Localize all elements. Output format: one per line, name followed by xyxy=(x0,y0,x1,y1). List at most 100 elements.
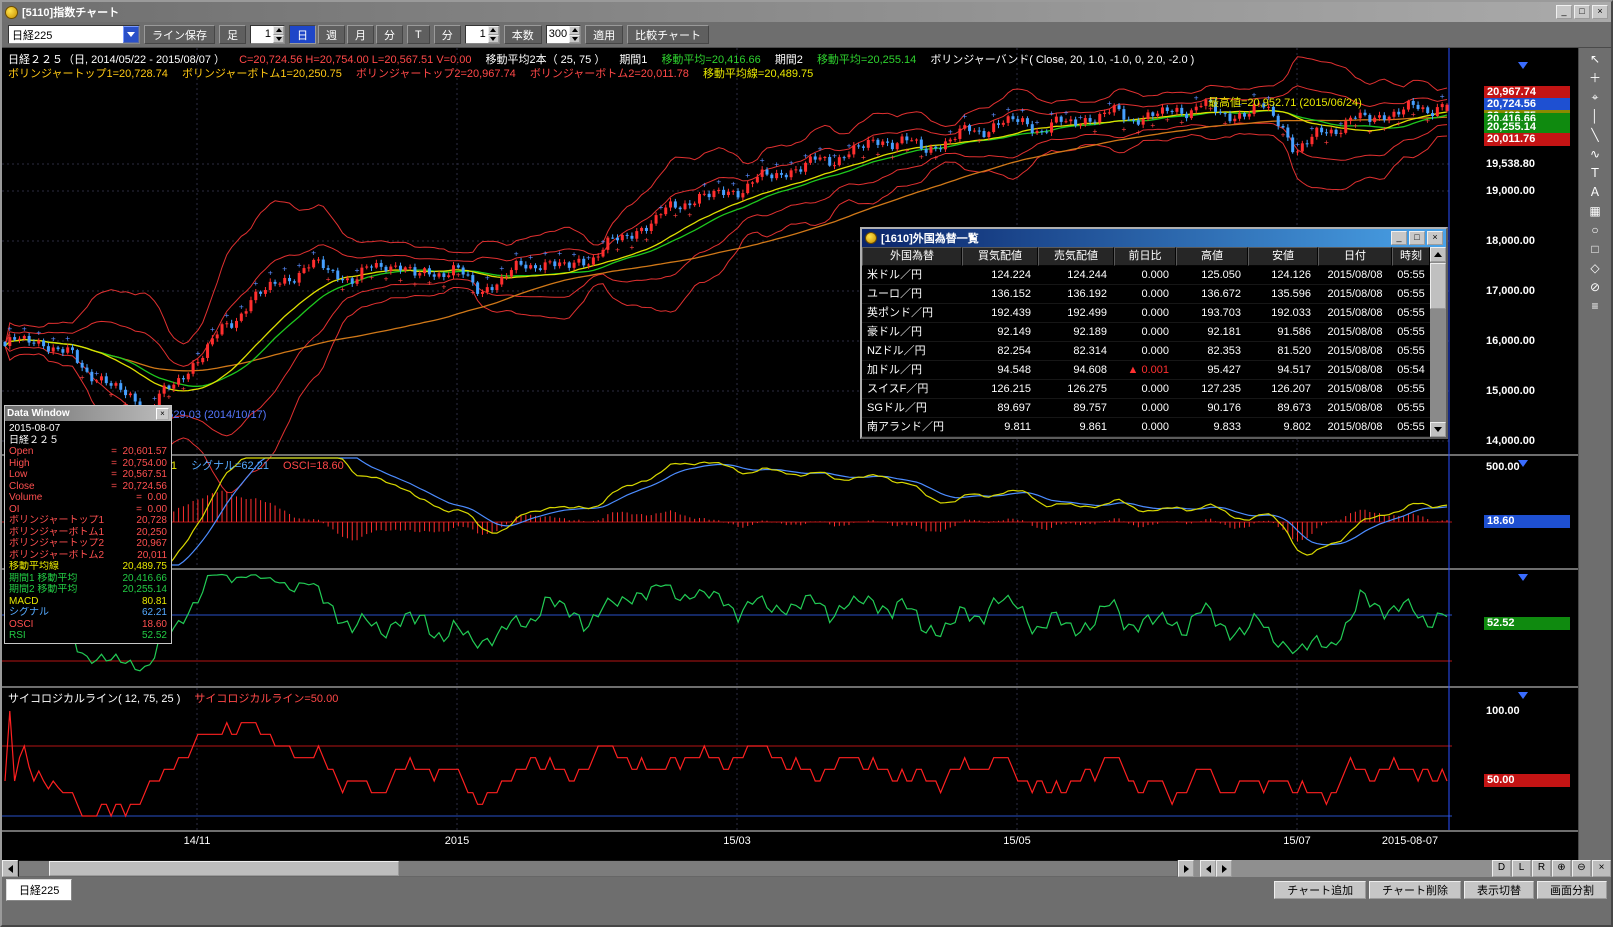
forex-row[interactable]: 豪ドル／円92.14992.1890.00092.18191.5862015/0… xyxy=(862,323,1430,342)
wave-icon[interactable]: ∿ xyxy=(1583,146,1607,163)
status-button[interactable]: チャート削除 xyxy=(1369,881,1461,899)
spin-up-icon[interactable] xyxy=(488,26,499,35)
panel-scroll-down-icon[interactable] xyxy=(1518,62,1528,69)
forex-column-header[interactable]: 前日比 xyxy=(1114,247,1176,266)
scroll-left-icon[interactable] xyxy=(2,860,18,877)
forex-window[interactable]: [1610]外国為替一覧 _ □ × 外国為替買気配値売気配値前日比高値安値日付… xyxy=(860,227,1448,439)
close-button[interactable]: × xyxy=(1592,5,1608,19)
trendline-icon[interactable]: ╲ xyxy=(1583,127,1607,144)
dropdown-arrow-icon[interactable] xyxy=(123,26,139,43)
circle-icon[interactable]: ○ xyxy=(1583,222,1607,239)
status-button[interactable]: チャート追加 xyxy=(1274,881,1366,899)
chart-canvas[interactable]: ++++++++++++++++++++++++++++++++++++++++… xyxy=(2,48,1578,860)
menu-icon[interactable]: ≡ xyxy=(1583,298,1607,315)
target-icon[interactable]: ⌖ xyxy=(1583,89,1607,106)
annotation-icon[interactable]: Ａ xyxy=(1583,184,1607,201)
window-title: [5110]指数チャート xyxy=(22,4,119,20)
scrollbar-thumb[interactable] xyxy=(49,861,399,876)
forex-column-header[interactable]: 買気配値 xyxy=(962,247,1038,266)
spin-up-icon[interactable] xyxy=(273,26,284,35)
diamond-icon[interactable]: ◇ xyxy=(1583,260,1607,277)
forex-column-header[interactable]: 高値 xyxy=(1176,247,1248,266)
spin-up-icon[interactable] xyxy=(569,26,580,35)
forex-cell: 2015/08/08 xyxy=(1318,361,1392,379)
spin-down-icon[interactable] xyxy=(488,35,499,44)
data-window-close-button[interactable]: × xyxy=(156,408,169,420)
save-lines-button[interactable]: ライン保存 xyxy=(144,25,215,44)
period-button-週[interactable]: 週 xyxy=(318,25,345,44)
rect-icon[interactable]: □ xyxy=(1583,241,1607,258)
minute-button[interactable]: 分 xyxy=(434,25,461,44)
symbol-tab[interactable]: 日経225 xyxy=(6,879,72,901)
forex-scroll-down-icon[interactable] xyxy=(1430,422,1446,437)
crosshair-icon[interactable]: ＋ xyxy=(1583,70,1607,87)
forex-cell: 2015/08/08 xyxy=(1318,266,1392,284)
forex-row[interactable]: 米ドル／円124.224124.2440.000125.050124.12620… xyxy=(862,266,1430,285)
scroll-mode-button-L[interactable]: L xyxy=(1512,860,1531,877)
panel-scroll-down-icon[interactable] xyxy=(1518,574,1528,581)
data-window-titlebar[interactable]: Data Window × xyxy=(5,406,171,421)
scroll-mode-button-D[interactable]: D xyxy=(1492,860,1511,877)
forex-scroll-up-icon[interactable] xyxy=(1430,247,1446,262)
forex-scrollbar-thumb[interactable] xyxy=(1430,263,1446,309)
symbol-select[interactable]: 日経225 xyxy=(8,25,140,44)
chart-region[interactable]: ++++++++++++++++++++++++++++++++++++++++… xyxy=(2,48,1578,860)
data-window[interactable]: Data Window × 2015-08-07日経２２５Open= 20,60… xyxy=(4,405,172,644)
forex-maximize-button[interactable]: □ xyxy=(1409,231,1425,245)
svg-text:+: + xyxy=(948,128,953,137)
forex-column-header[interactable]: 外国為替 xyxy=(862,247,962,266)
status-button[interactable]: 表示切替 xyxy=(1464,881,1534,899)
forex-row[interactable]: NZドル／円82.25482.3140.00082.35381.5202015/… xyxy=(862,342,1430,361)
tick-button[interactable]: T xyxy=(407,25,430,44)
status-button[interactable]: 画面分割 xyxy=(1537,881,1607,899)
forex-column-header[interactable]: 時刻 xyxy=(1392,247,1430,266)
titlebar[interactable]: [5110]指数チャート _ □ × xyxy=(2,2,1611,22)
minimize-button[interactable]: _ xyxy=(1556,5,1572,19)
compare-chart-button[interactable]: 比較チャート xyxy=(627,25,709,44)
forex-column-header[interactable]: 売気配値 xyxy=(1038,247,1114,266)
spin-down-icon[interactable] xyxy=(273,35,284,44)
period-button-分[interactable]: 分 xyxy=(376,25,403,44)
spin-down-icon[interactable] xyxy=(569,35,580,44)
grid-icon[interactable]: ▦ xyxy=(1583,203,1607,220)
forex-minimize-button[interactable]: _ xyxy=(1391,231,1407,245)
forex-cell: 92.189 xyxy=(1038,323,1114,341)
zoom-in-button[interactable]: ⊕ xyxy=(1552,860,1571,877)
maximize-button[interactable]: □ xyxy=(1574,5,1590,19)
horizontal-scrollbar[interactable]: DLR ⊕ ⊖ × xyxy=(2,860,1611,877)
data-window-row: 2015-08-07 xyxy=(9,423,167,435)
zoom-out-button[interactable]: ⊖ xyxy=(1572,860,1591,877)
forex-row[interactable]: 南アランド／円9.8119.8610.0009.8339.8022015/08/… xyxy=(862,418,1430,437)
page-right-icon[interactable] xyxy=(1216,860,1232,877)
cursor-icon[interactable]: ↖ xyxy=(1583,51,1607,68)
forex-row[interactable]: 加ドル／円94.54894.608▲ 0.00195.42794.5172015… xyxy=(862,361,1430,380)
minute-stepper[interactable]: 1 xyxy=(465,25,500,44)
scroll-right-icon[interactable] xyxy=(1178,860,1194,877)
panel-scroll-down-icon[interactable] xyxy=(1518,692,1528,699)
period-button-日[interactable]: 日 xyxy=(289,25,316,44)
forex-close-button[interactable]: × xyxy=(1427,231,1443,245)
vertical-line-icon[interactable]: │ xyxy=(1583,108,1607,125)
data-window-row: RSI52.52 xyxy=(9,630,167,642)
forex-row[interactable]: 英ポンド／円192.439192.4990.000193.703192.0332… xyxy=(862,304,1430,323)
scroll-mode-button-R[interactable]: R xyxy=(1532,860,1551,877)
no-draw-icon[interactable]: ⊘ xyxy=(1583,279,1607,296)
forex-row[interactable]: ユーロ／円136.152136.1920.000136.672135.59620… xyxy=(862,285,1430,304)
page-left-icon[interactable] xyxy=(1200,860,1216,877)
panel-scroll-down-icon[interactable] xyxy=(1518,460,1528,467)
bars-stepper[interactable]: 300 xyxy=(546,25,581,44)
forex-titlebar[interactable]: [1610]外国為替一覧 _ □ × xyxy=(862,229,1446,247)
forex-row[interactable]: SGドル／円89.69789.7570.00090.17689.6732015/… xyxy=(862,399,1430,418)
interval-stepper[interactable]: 1 xyxy=(250,25,285,44)
x-axis-labels: 14/11201515/0315/0515/072015-08-07 xyxy=(2,835,1462,851)
text-icon[interactable]: Ｔ xyxy=(1583,165,1607,182)
scrollbar-track[interactable] xyxy=(18,860,1178,877)
forex-row[interactable]: スイスF／円126.215126.2750.000127.235126.2072… xyxy=(862,380,1430,399)
forex-column-header[interactable]: 日付 xyxy=(1318,247,1392,266)
forex-scrollbar[interactable] xyxy=(1430,247,1446,437)
apply-button[interactable]: 適用 xyxy=(585,25,623,44)
bar-type-label[interactable]: 足 xyxy=(219,25,246,44)
period-button-月[interactable]: 月 xyxy=(347,25,374,44)
close-chart-button[interactable]: × xyxy=(1592,860,1611,877)
forex-column-header[interactable]: 安値 xyxy=(1248,247,1318,266)
